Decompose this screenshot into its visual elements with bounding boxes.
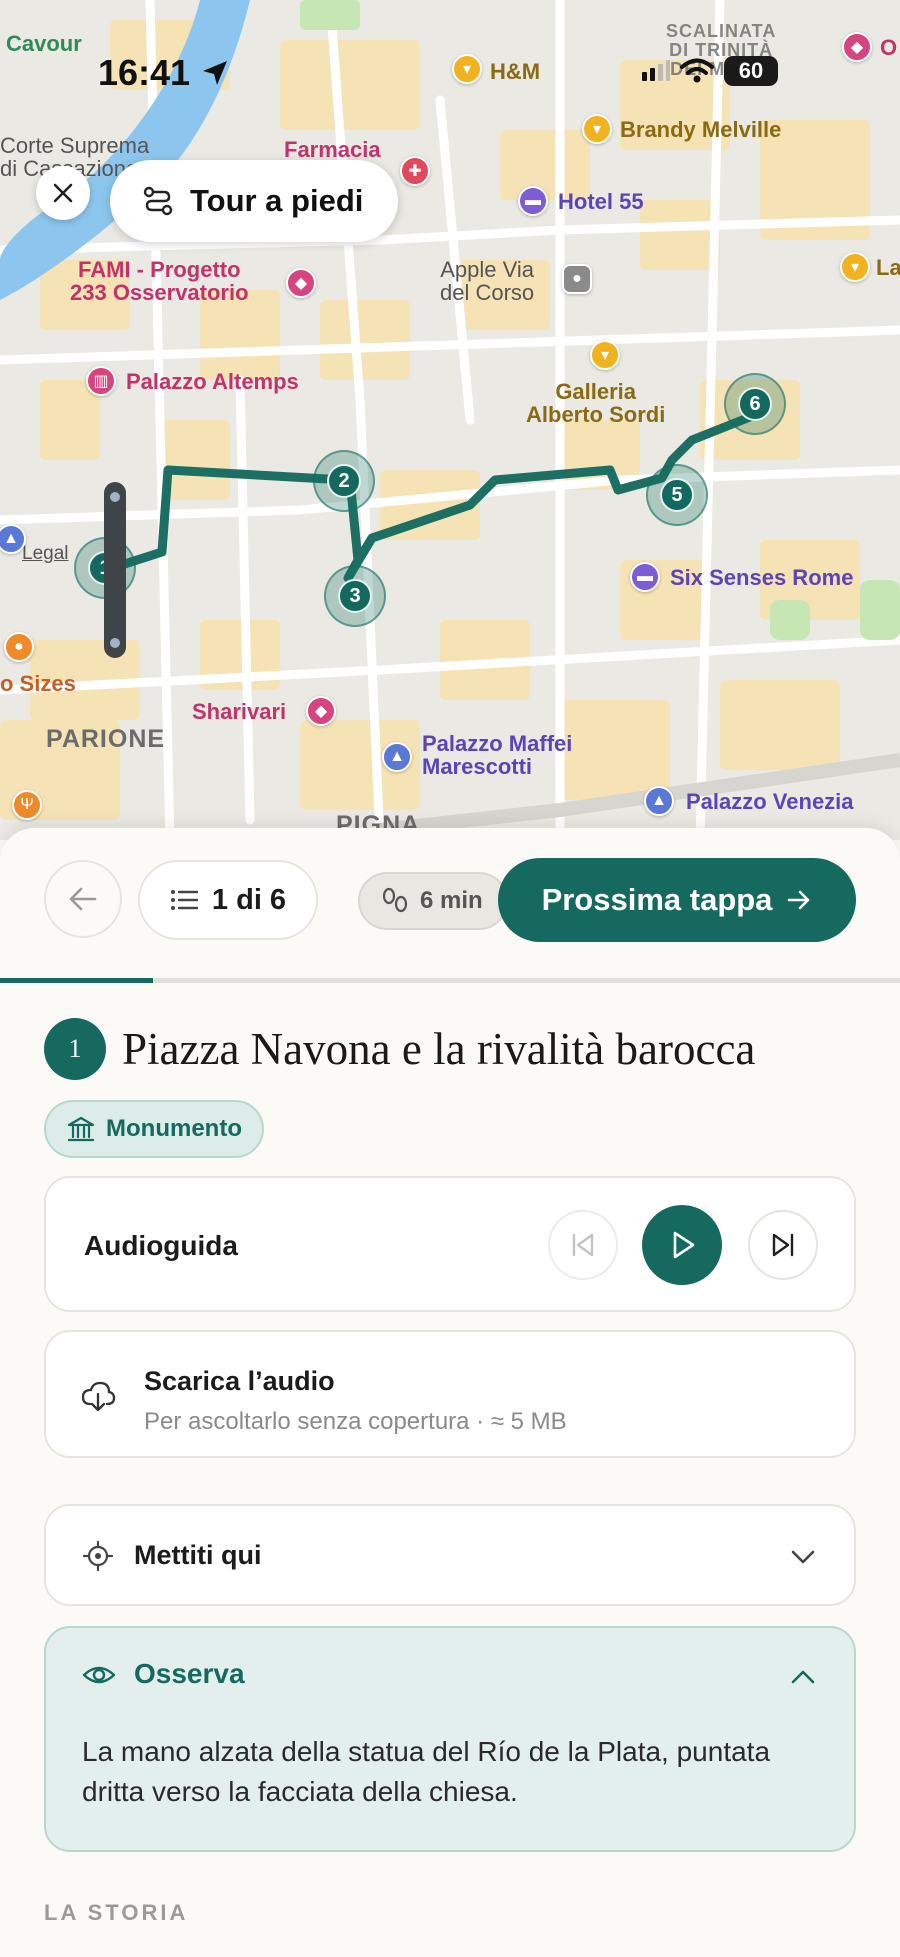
tour-mode-label: Tour a piedi <box>190 183 364 218</box>
map-label-hm: H&M <box>490 59 541 84</box>
audio-guide-label: Audioguida <box>84 1230 238 1261</box>
download-title: Scarica l’audio <box>144 1366 335 1396</box>
stop-number-badge: 1 <box>44 1018 106 1080</box>
arrow-right-icon <box>788 890 810 910</box>
theatre-icon[interactable]: ◆ <box>306 696 336 726</box>
previous-stop-button[interactable] <box>44 860 122 938</box>
close-button[interactable] <box>36 166 90 220</box>
map-label-venezia: Palazzo Venezia <box>686 789 854 814</box>
status-icons: 60 <box>640 56 778 86</box>
map-label-cavour: Cavour <box>6 31 82 56</box>
map-label-hotel55: Hotel 55 <box>558 189 644 214</box>
bed-icon[interactable]: ▬ <box>630 562 660 592</box>
map-label-maffei: Palazzo Maffei Marescotti <box>422 731 573 780</box>
map-label-sixsenses: Six Senses Rome <box>670 565 854 590</box>
download-audio-card[interactable]: Scarica l’audio Per ascoltarlo senza cop… <box>44 1330 856 1458</box>
download-subtitle: Per ascoltarlo senza copertura · ≈ 5 MB <box>144 1408 567 1435</box>
map-label-farmacia: Farmacia <box>284 137 381 162</box>
map-label-fami: FAMI - Progetto 233 Osservatorio <box>70 257 249 306</box>
landmark-icon[interactable]: ▲ <box>644 786 674 816</box>
shopping-icon[interactable]: ▾ <box>452 54 482 84</box>
list-icon <box>170 890 198 910</box>
theatre-icon[interactable]: ◆ <box>286 268 316 298</box>
audio-guide-card: Audioguida <box>44 1176 856 1312</box>
play-icon <box>673 1231 695 1259</box>
route-stop-6[interactable]: 6 <box>724 373 786 435</box>
map-label-galleria: Galleria Alberto Sordi <box>526 379 666 428</box>
cupcake-icon[interactable]: ● <box>4 632 34 662</box>
apple-store-icon[interactable]: ● <box>562 264 592 294</box>
map-label-parione: PARIONE <box>46 725 166 753</box>
map-label-sharivari: Sharivari <box>192 699 287 724</box>
monument-icon <box>67 1116 95 1142</box>
map-label-la: La <box>876 255 900 280</box>
stop-navigation: 1 di 6 6 min Prossima tappa <box>0 858 900 942</box>
position-title: Mettiti qui <box>134 1540 262 1570</box>
location-arrow-icon <box>203 61 227 85</box>
pharmacy-icon[interactable]: ✚ <box>400 156 430 186</box>
crosshair-icon <box>82 1540 114 1572</box>
footsteps-icon <box>382 887 408 913</box>
stop-list-button[interactable]: 1 di 6 <box>138 860 318 940</box>
map-label-o: O <box>880 35 898 60</box>
position-section[interactable]: Mettiti qui <box>44 1504 856 1606</box>
map-label-apple: Apple Via del Corso <box>440 257 535 306</box>
stop-title: Piazza Navona e la rivalità barocca <box>122 1024 756 1074</box>
skip-forward-button[interactable] <box>748 1210 818 1280</box>
category-tag: Monumento <box>44 1100 264 1158</box>
map-label-brandy: Brandy Melville <box>620 117 782 142</box>
skip-back-icon <box>572 1233 594 1257</box>
category-tag-label: Monumento <box>106 1115 242 1142</box>
tour-mode-pill[interactable]: Tour a piedi <box>110 160 398 242</box>
battery-indicator: 60 <box>724 56 778 86</box>
shopping-bag-icon[interactable]: ▾ <box>590 340 620 370</box>
arrow-left-icon <box>69 887 97 911</box>
map-label-altemps: Palazzo Altemps <box>126 369 299 394</box>
stop-counter: 1 di 6 <box>211 883 287 916</box>
stop-title-row: 1 Piazza Navona e la rivalità barocca <box>44 1018 755 1080</box>
skip-back-button[interactable] <box>548 1210 618 1280</box>
walk-time-chip: 6 min <box>358 872 508 930</box>
status-time: 16:41 <box>98 52 191 93</box>
next-stop-label: Prossima tappa <box>541 882 773 917</box>
shopping-bag-icon[interactable]: ▾ <box>840 252 870 282</box>
chevron-down-icon <box>791 1550 815 1564</box>
walk-time-label: 6 min <box>420 887 483 914</box>
route-stop-3[interactable]: 3 <box>324 565 386 627</box>
museum-icon[interactable]: ▥ <box>86 366 116 396</box>
wifi-icon <box>680 58 714 83</box>
close-icon <box>53 183 73 203</box>
eye-icon <box>82 1666 116 1684</box>
tour-progress-fill <box>0 978 153 983</box>
stop-detail-sheet: 1 di 6 6 min Prossima tappa 1 Piazza Nav… <box>0 828 900 1957</box>
tour-progress-bar <box>0 978 900 983</box>
route-stop-5[interactable]: 5 <box>646 464 708 526</box>
theatre-icon[interactable]: ◆ <box>842 32 872 62</box>
observe-title: Osserva <box>134 1658 245 1689</box>
observe-section[interactable]: Osserva La mano alzata della statua del … <box>44 1626 856 1852</box>
route-stop-2[interactable]: 2 <box>313 450 375 512</box>
map-scroll-handle[interactable] <box>104 482 126 658</box>
story-section-heading: LA STORIA <box>44 1900 189 1925</box>
observe-body: La mano alzata della statua del Río de l… <box>82 1736 771 1807</box>
restaurant-icon[interactable]: Ψ <box>12 790 42 820</box>
chevron-up-icon <box>791 1670 815 1684</box>
next-stop-button[interactable]: Prossima tappa <box>498 858 856 942</box>
skip-forward-icon <box>772 1233 794 1257</box>
shopping-icon[interactable]: ▾ <box>582 114 612 144</box>
cloud-download-icon <box>81 1381 116 1412</box>
landmark-icon[interactable]: ▲ <box>382 742 412 772</box>
route-icon <box>143 186 173 216</box>
map-view[interactable]: Cavour Corte Suprema di Cassazione Farma… <box>0 0 900 840</box>
play-button[interactable] <box>642 1205 722 1285</box>
cellular-signal-icon <box>642 60 670 81</box>
map-legal-link[interactable]: Legal <box>22 544 69 564</box>
bed-icon[interactable]: ▬ <box>518 186 548 216</box>
map-label-sizes: o Sizes <box>0 671 76 696</box>
